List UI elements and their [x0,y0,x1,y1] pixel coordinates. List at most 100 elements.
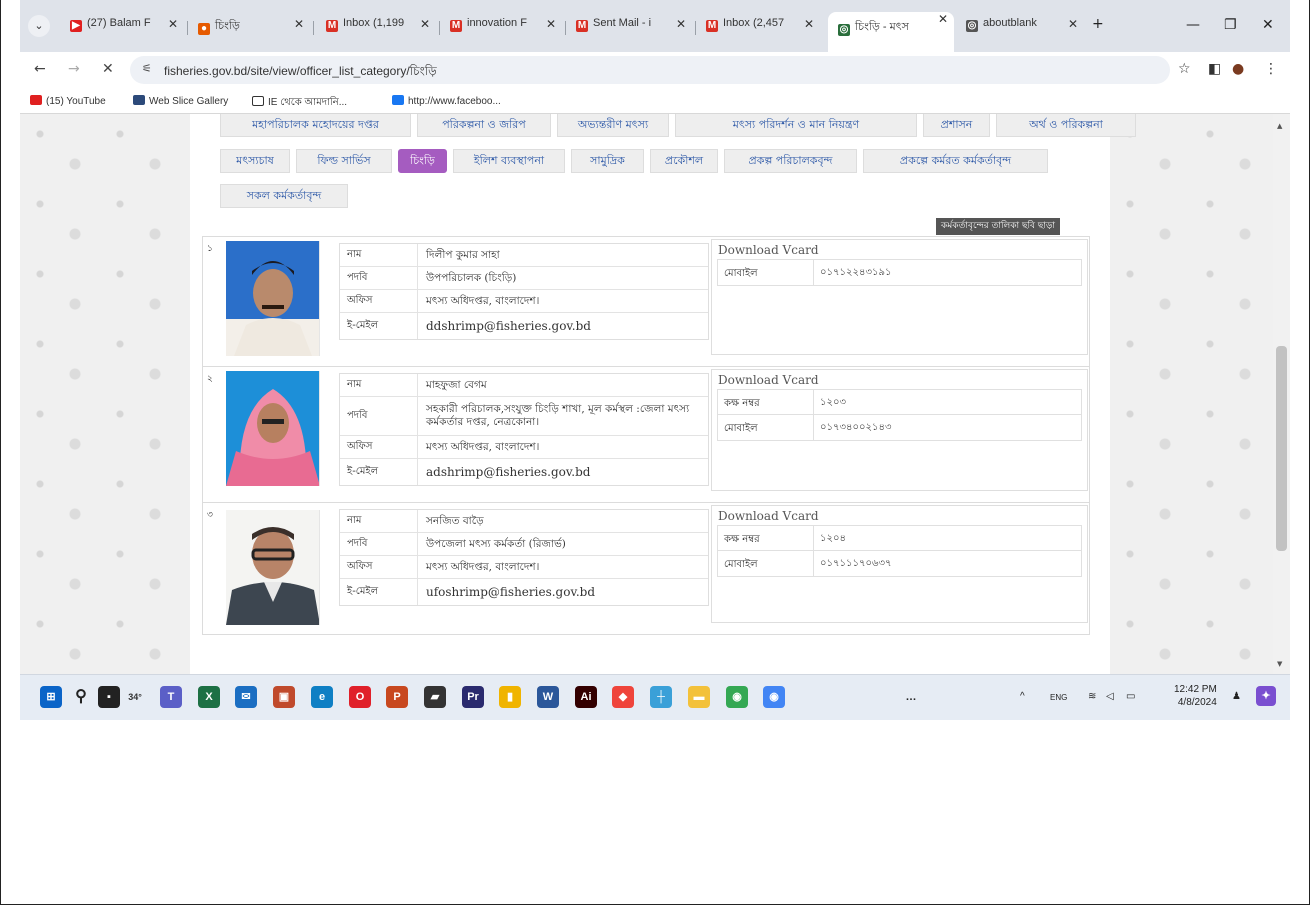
teams-icon[interactable]: T [160,686,182,708]
tab-1[interactable]: ● চিংড়ি ✕ [192,17,310,41]
tab-2[interactable]: M Inbox (1,199 ✕ [320,17,436,41]
bookmark-item[interactable]: (15) YouTube [30,95,106,107]
plus-icon[interactable]: + [1092,16,1104,32]
weather-icon[interactable]: 34° [124,686,146,708]
address-bar[interactable]: ⚟ fisheries.gov.bd/site/view/officer_lis… [130,56,1170,84]
category-button[interactable]: ফিল্ড সার্ভিস [296,149,392,173]
menu-icon[interactable]: ⋮ [1264,61,1278,77]
scroll-up-icon[interactable]: ▲ [1277,122,1282,130]
search-icon[interactable]: ⚲ [70,686,92,708]
info-row: পদবি উপজেলা মৎস্য কর্মকর্তা (রিজার্ভ) [340,533,708,556]
close-tab-icon[interactable]: ✕ [420,17,430,31]
star-icon[interactable]: ☆ [1178,61,1191,77]
close-tab-icon[interactable]: ✕ [804,17,814,31]
category-button[interactable]: মৎস্য পরিদর্শন ও মান নিয়ন্ত্রণ [675,114,917,137]
edge-icon[interactable]: e [311,686,333,708]
anydesk-icon[interactable]: ◆ [612,686,634,708]
mail-icon[interactable]: ✉ [235,686,257,708]
tab-4[interactable]: M Sent Mail - i ✕ [570,17,692,41]
category-button[interactable]: ইলিশ ব্যবস্থাপনা [453,149,565,173]
start-icon[interactable]: ⊞ [40,686,62,708]
category-button[interactable]: সকল কর্মকর্তাবৃন্দ [220,184,348,208]
close-tab-icon[interactable]: ✕ [294,17,304,31]
battery-icon[interactable]: ▭ [1126,691,1135,702]
folder-icon[interactable]: ▬ [688,686,710,708]
tab-7[interactable]: ◎ aboutblank ✕ [960,17,1084,41]
bookmark-item[interactable]: Web Slice Gallery [133,95,228,107]
sticky-notes-icon[interactable]: ▰ [424,686,446,708]
restore-icon[interactable]: ❐ [1224,17,1237,33]
category-button[interactable]: প্রকৌশল [650,149,718,173]
avatar[interactable]: ● [1232,61,1244,77]
category-button[interactable]: প্রকল্প পরিচালকবৃন্দ [724,149,857,173]
onenote-icon[interactable]: ▣ [273,686,295,708]
chrome-profile-icon[interactable]: ◉ [763,686,785,708]
minimize-icon[interactable]: — [1186,17,1200,33]
tab-separator [187,21,188,35]
category-button[interactable]: অভ্যন্তরীণ মৎস্য [557,114,669,137]
officer-email[interactable]: ufoshrimp@fisheries.gov.bd [418,579,708,605]
close-tab-icon[interactable]: ✕ [938,12,948,26]
officer-email[interactable]: ddshrimp@fisheries.gov.bd [418,313,708,339]
clock[interactable]: 12:42 PM 4/8/2024 [1174,683,1217,709]
illustrator-icon[interactable]: Ai [575,686,597,708]
tray-chevron-icon[interactable]: ^ [1020,691,1025,702]
volume-icon[interactable]: ◁ [1106,691,1114,702]
info-row: পদবি উপপরিচালক (চিংড়ি) [340,267,708,290]
scrollbar-thumb[interactable] [1276,346,1287,551]
opera-icon[interactable]: O [349,686,371,708]
tab-0[interactable]: ▶ (27) Balam F ✕ [64,17,184,41]
powerpoint-icon[interactable]: P [386,686,408,708]
category-button[interactable]: পরিকল্পনা ও জরিপ [417,114,551,137]
scrollbar[interactable]: ▲ ▼ [1273,114,1290,674]
close-tab-icon[interactable]: ✕ [546,17,556,31]
category-button[interactable]: অর্থ ও পরিকল্পনা [996,114,1136,137]
close-window-icon[interactable]: ✕ [1262,17,1274,33]
officer-office: মৎস্য অধিদপ্তর, বাংলাদেশ। [426,440,540,453]
category-button[interactable]: সামুদ্রিক [571,149,644,173]
chrome-icon[interactable]: ◉ [726,686,748,708]
download-vcard-link[interactable]: Download Vcard [712,370,1087,387]
mobile-label: মোবাইল [724,423,758,434]
tab-5[interactable]: M Inbox (2,457 ✕ [700,17,820,41]
category-button[interactable]: মৎস্যচাষ [220,149,290,173]
download-vcard-link[interactable]: Download Vcard [712,240,1087,257]
wifi-icon[interactable]: ≋ [1088,691,1096,702]
more-apps-icon[interactable]: … [900,686,922,708]
tab-6[interactable]: ◎ চিংড়ি - মৎস ✕ [828,12,954,52]
download-vcard-link[interactable]: Download Vcard [712,506,1087,523]
file-manager-icon[interactable]: ▮ [499,686,521,708]
url-text[interactable]: fisheries.gov.bd/site/view/officer_list_… [164,63,437,83]
premiere-icon[interactable]: Pr [462,686,484,708]
category-button[interactable]: প্রকল্পে কর্মরত কর্মকর্তাবৃন্দ [863,149,1048,173]
weather-temp: 34° [128,692,142,702]
tab-3[interactable]: Minnovation F ✕ [444,17,562,41]
task-view-icon[interactable]: ▪ [98,686,120,708]
close-tab-icon[interactable]: ✕ [676,17,686,31]
close-tab-icon[interactable]: ✕ [168,17,178,31]
excel-icon[interactable]: X [198,686,220,708]
category-button[interactable]: মহাপরিচালক মহোদয়ের দপ্তর [220,114,411,137]
officer-serial: ১ [207,244,213,254]
chevron-down-icon[interactable]: ⌄ [28,15,50,37]
scroll-down-icon[interactable]: ▼ [1277,660,1282,668]
sidepanel-icon[interactable]: ◧ [1208,61,1221,77]
language-indicator[interactable]: ENG [1050,693,1067,702]
category-button[interactable]: চিংড়ি [398,149,447,173]
bookmark-item[interactable]: IE থেকে আমদানি... [252,95,347,112]
back-arrow-icon[interactable]: ← [34,61,46,77]
notification-bell-icon[interactable]: ♟ [1232,691,1241,702]
close-tab-icon[interactable]: ✕ [1068,17,1078,31]
bookmark-item[interactable]: http://www.faceboo... [392,95,501,107]
info-row: ই-মেইল adshrimp@fisheries.gov.bd [340,459,708,485]
copilot-icon[interactable]: ✦ [1256,686,1276,706]
list-without-photo-link[interactable]: কর্মকর্তাবৃন্দের তালিকা ছবি ছাড়া [936,218,1061,235]
category-button[interactable]: প্রশাসন [923,114,990,137]
word-icon[interactable]: W [537,686,559,708]
officer-email[interactable]: adshrimp@fisheries.gov.bd [418,459,708,485]
stop-loading-icon[interactable]: ✕ [102,61,114,77]
network-icon[interactable]: ┼ [650,686,672,708]
forward-arrow-icon[interactable]: → [68,61,80,77]
info-label: পদবি [340,267,418,289]
site-info-icon[interactable]: ⚟ [142,62,152,75]
